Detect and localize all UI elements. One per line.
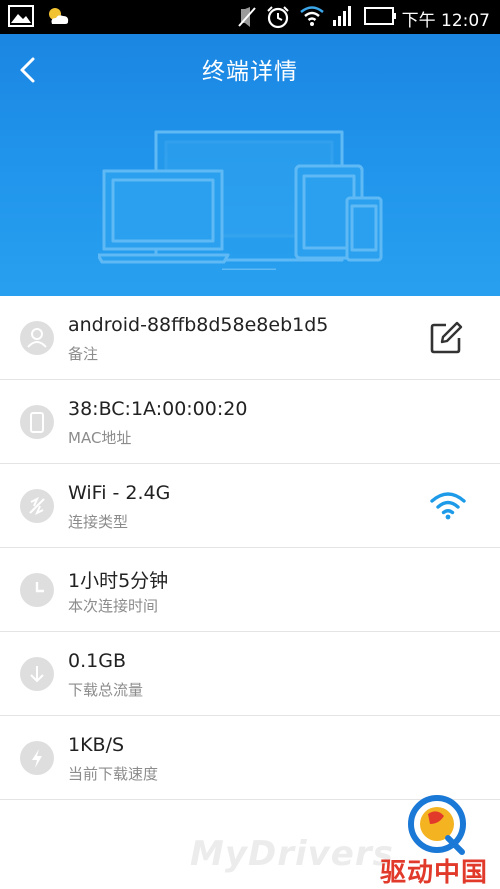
status-time: 下午 12:07 [401,11,490,31]
connection-duration: 1小时5分钟 [68,570,169,592]
brand-logo [406,794,468,860]
device-name: android-88ffb8d58e8eb1d5 [68,314,329,336]
device-name-label: 备注 [68,345,99,363]
speed-icon [20,741,54,775]
brand-name: 驱动中国 [380,858,489,888]
mac-address: 38:BC:1A:00:00:20 [68,398,248,420]
list-item: 1小时5分钟 本次连接时间 [0,548,500,632]
person-icon [20,321,54,355]
list-item: android-88ffb8d58e8eb1d5 备注 [0,296,500,380]
download-icon [20,657,54,691]
total-download: 0.1GB [68,650,126,672]
edit-button[interactable] [428,320,464,356]
list-item: WiFi - 2.4G 连接类型 [0,464,500,548]
detail-list: android-88ffb8d58e8eb1d5 备注 38:BC:1A:00:… [0,296,500,800]
download-speed: 1KB/S [68,734,125,756]
alarm-icon [266,5,290,33]
mute-icon [236,5,258,33]
wifi-icon [300,5,324,31]
connection-icon [20,489,54,523]
watermark-text: MyDrivers [190,834,394,874]
phone-icon [20,405,54,439]
status-bar: 下午 12:07 [0,0,500,34]
list-item: 1KB/S 当前下载速度 [0,716,500,800]
connection-duration-label: 本次连接时间 [68,597,159,615]
page-title: 终端详情 [202,59,298,85]
connection-type-label: 连接类型 [68,513,129,531]
list-item: 0.1GB 下载总流量 [0,632,500,716]
weather-icon [46,5,72,31]
mac-address-label: MAC地址 [68,429,132,447]
total-download-label: 下载总流量 [68,681,144,699]
clock-icon [20,573,54,607]
list-item: 38:BC:1A:00:00:20 MAC地址 [0,380,500,464]
header: 终端详情 [0,34,500,296]
image-icon [8,5,34,31]
edit-icon [430,321,463,354]
battery-icon [364,5,398,31]
signal-icon [332,5,354,31]
devices-illustration [96,130,388,274]
connection-type: WiFi - 2.4G [68,482,171,504]
download-speed-label: 当前下载速度 [68,765,159,783]
wifi-signal-icon [430,490,466,524]
